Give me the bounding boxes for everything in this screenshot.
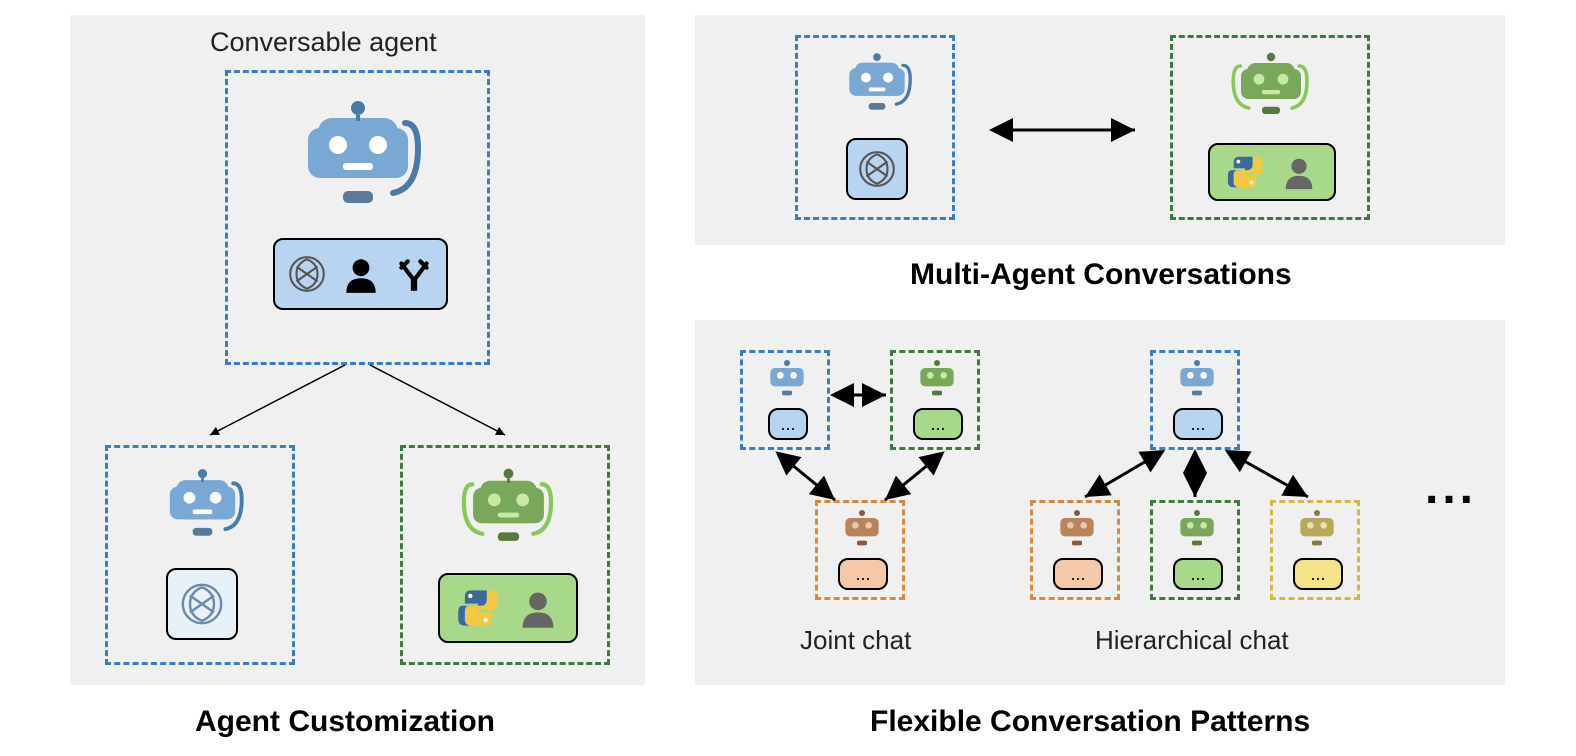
robot-icon-green: [1231, 48, 1311, 120]
ellipsis-text: ...: [1190, 414, 1205, 435]
joint-orange-agent: ...: [815, 500, 905, 600]
openai-icon: [286, 253, 328, 295]
joint-arrow-bl: [770, 450, 850, 510]
python-person-cap: [1208, 143, 1336, 201]
person-icon: [516, 586, 560, 630]
green-agent-mac: [1170, 35, 1370, 220]
green-agent-small: [400, 445, 610, 665]
robot-icon-blue: [841, 48, 913, 116]
blue-agent-mac: [795, 35, 955, 220]
blue-agent-small: [105, 445, 295, 665]
robot-icon-blue-large: [293, 93, 423, 213]
hier-arrow-r: [1220, 445, 1320, 505]
joint-blue-agent: ...: [740, 350, 830, 450]
joint-arrow-br: [875, 450, 955, 510]
openai-icon: [178, 580, 226, 628]
openai-cap-box: [166, 568, 238, 640]
cap-tiny: ...: [1173, 408, 1223, 440]
joint-green-agent: ...: [890, 350, 980, 450]
person-icon: [340, 253, 382, 295]
cap-tiny: ...: [1053, 558, 1103, 590]
hier-arrow-m: [1185, 450, 1205, 502]
robot-icon-blue: [160, 463, 245, 543]
cap-tiny: ...: [838, 558, 888, 590]
person-icon: [1280, 153, 1318, 191]
robot-icon-green: [461, 463, 556, 548]
tools-icon: [393, 253, 435, 295]
ellipsis-text: ...: [855, 564, 870, 585]
conversable-agent-box: [225, 70, 490, 365]
cap-tiny: ...: [1293, 558, 1343, 590]
robot-icon-orange-tiny: [1055, 508, 1099, 548]
ellipsis-text: ...: [1070, 564, 1085, 585]
robot-icon-blue-tiny: [765, 358, 809, 398]
arrow-split-right: [365, 365, 565, 445]
flexible-patterns-panel: ... ... ... Joint chat ... ... ... ... H…: [695, 320, 1505, 685]
patterns-ellipsis: ...: [1425, 460, 1477, 515]
ellipsis-text: ...: [780, 414, 795, 435]
multi-agent-panel: [695, 15, 1505, 245]
python-icon: [1226, 153, 1264, 191]
flexible-patterns-caption: Flexible Conversation Patterns: [870, 705, 1310, 739]
agent-customization-caption: Agent Customization: [195, 705, 495, 739]
double-arrow: [985, 115, 1145, 145]
ellipsis-text: ...: [930, 414, 945, 435]
robot-icon-orange-tiny: [840, 508, 884, 548]
ellipsis-text: ...: [1190, 564, 1205, 585]
hier-blue-agent: ...: [1150, 350, 1240, 450]
joint-chat-label: Joint chat: [800, 625, 911, 656]
hier-orange-agent: ...: [1030, 500, 1120, 600]
cap-tiny: ...: [913, 408, 963, 440]
robot-icon-yellow-tiny: [1295, 508, 1339, 548]
hier-chat-label: Hierarchical chat: [1095, 625, 1289, 656]
openai-icon: [856, 148, 898, 190]
robot-icon-green-tiny: [915, 358, 959, 398]
hier-yellow-agent: ...: [1270, 500, 1360, 600]
capabilities-box: [273, 238, 448, 310]
conversable-agent-title: Conversable agent: [210, 27, 437, 58]
python-person-cap-box: [438, 573, 578, 643]
multi-agent-caption: Multi-Agent Conversations: [910, 258, 1292, 292]
python-icon: [456, 586, 500, 630]
robot-icon-green-tiny: [1175, 508, 1219, 548]
cap-tiny: ...: [768, 408, 808, 440]
agent-customization-panel: Conversable agent: [70, 15, 645, 685]
joint-arrow-top: [830, 385, 892, 405]
ellipsis-text: ...: [1310, 564, 1325, 585]
cap-tiny: ...: [1173, 558, 1223, 590]
hier-green-agent: ...: [1150, 500, 1240, 600]
openai-cap: [846, 138, 908, 200]
hier-arrow-l: [1075, 445, 1175, 505]
robot-icon-blue-tiny: [1175, 358, 1219, 398]
